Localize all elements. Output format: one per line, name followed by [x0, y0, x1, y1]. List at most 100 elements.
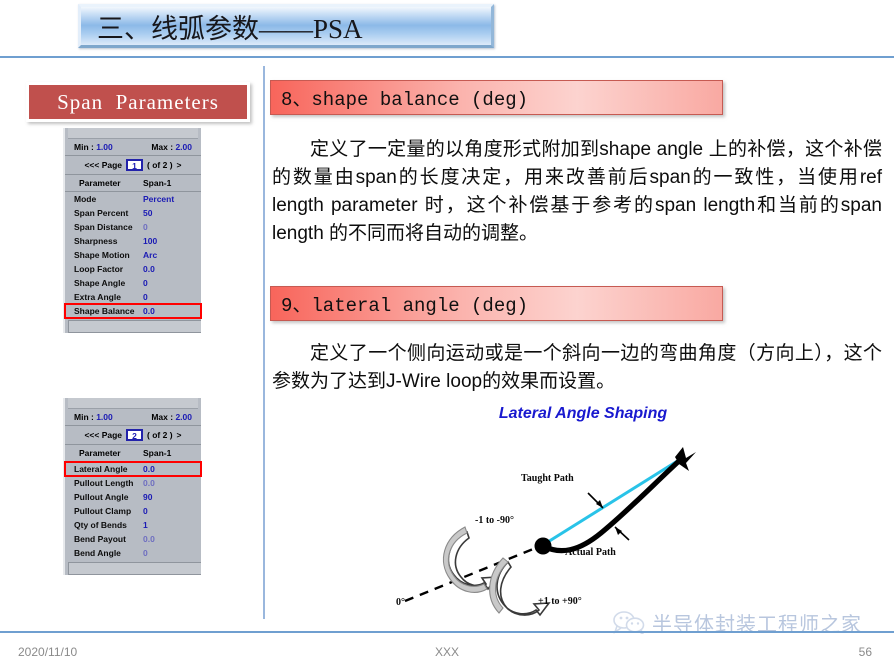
parameter-row[interactable]: Bend Payout 0.0	[65, 532, 201, 546]
section-8-body: 定义了一定量的以角度形式附加到shape angle 上的补偿，这个补偿的数量由…	[272, 139, 882, 244]
diagram-svg	[404, 447, 696, 617]
parameter-name: Extra Angle	[74, 292, 121, 302]
column-header-parameter: Parameter	[79, 448, 121, 458]
parameter-value[interactable]: 0	[143, 506, 148, 516]
parameter-name: Loop Factor	[74, 264, 124, 274]
parameter-row[interactable]: Span Distance 0	[65, 220, 201, 234]
parameter-name: Shape Balance	[74, 306, 135, 316]
capillary-tip-icon	[675, 447, 696, 471]
parameter-row[interactable]: Shape Balance 0.0	[64, 303, 202, 319]
rotation-arrow-positive	[496, 560, 551, 617]
parameter-value[interactable]: Arc	[143, 250, 157, 260]
parameter-row[interactable]: Extra Angle 0	[65, 290, 201, 304]
panel-column-headers: Parameter Span-1	[65, 445, 201, 462]
parameter-value[interactable]: 0.0	[143, 478, 155, 488]
parameter-value[interactable]: 1	[143, 520, 148, 530]
parameter-name: Pullout Clamp	[74, 506, 132, 516]
diagram-label-positive-range: +1 to +90°	[538, 596, 582, 607]
parameter-value[interactable]: Percent	[143, 194, 174, 204]
parameter-row[interactable]: Lateral Angle 0.0	[64, 461, 202, 477]
parameter-panel-1: Min : 1.00 Max : 2.00 <<< Page 1( of 2 ) > Pa…	[63, 128, 202, 333]
slide-title-banner: 三、线弧参数——PSA	[78, 4, 494, 48]
parameter-name: Lateral Angle	[74, 464, 128, 474]
section-9-heading-box: 9、lateral angle (deg)	[270, 286, 723, 321]
page-title: 三、线弧参数——PSA	[97, 13, 363, 44]
parameter-row[interactable]: Sharpness 100	[65, 234, 201, 248]
panel-pager[interactable]: <<< Page 2( of 2 ) >	[65, 426, 201, 445]
parameter-value[interactable]: 0.0	[143, 534, 155, 544]
footer-center-text: XXX	[434, 645, 459, 659]
column-divider	[263, 66, 265, 619]
prev-page-button[interactable]: <<< Page	[84, 430, 122, 440]
page-count-label: ( of 2 )	[147, 430, 173, 440]
panel-bottom-strip	[68, 562, 201, 575]
parameter-row[interactable]: Qty of Bends 1	[65, 518, 201, 532]
parameter-value[interactable]: 0	[143, 278, 148, 288]
parameter-name: Sharpness	[74, 236, 118, 246]
footer-divider-rule	[0, 631, 894, 633]
column-header-parameter: Parameter	[79, 178, 121, 188]
section-9-heading: 9、lateral angle (deg)	[281, 295, 529, 317]
panel-pager[interactable]: <<< Page 1( of 2 ) >	[65, 156, 201, 175]
panel-top-strip	[68, 398, 198, 409]
span-parameters-label-box: Span Parameters	[26, 82, 250, 122]
parameter-row[interactable]: Span Percent 50	[65, 206, 201, 220]
parameter-row[interactable]: Mode Percent	[65, 192, 201, 206]
parameter-value[interactable]: 50	[143, 208, 152, 218]
parameter-name: Pullout Length	[74, 478, 134, 488]
parameter-value[interactable]: 0	[143, 292, 148, 302]
diagram-title: Lateral Angle Shaping	[498, 405, 668, 422]
parameter-panel-2: Min : 1.00 Max : 2.00 <<< Page 2( of 2 ) > Pa…	[63, 398, 202, 575]
footer-page-number: 56	[858, 645, 872, 659]
parameter-row[interactable]: Shape Motion Arc	[65, 248, 201, 262]
actual-path-arrowhead	[615, 527, 622, 535]
column-header-span: Span-1	[143, 178, 172, 188]
parameter-row[interactable]: Loop Factor 0.0	[65, 262, 201, 276]
parameter-name: Mode	[74, 194, 97, 204]
prev-page-button[interactable]: <<< Page	[84, 160, 122, 170]
diagram-label-actual-path: Actual Path	[565, 547, 616, 558]
parameter-name: Span Percent	[74, 208, 129, 218]
page-count-label: ( of 2 )	[147, 160, 173, 170]
parameter-value[interactable]: 0.0	[143, 264, 155, 274]
parameter-name: Shape Motion	[74, 250, 130, 260]
parameter-value[interactable]: 0.0	[143, 306, 155, 316]
parameter-value[interactable]: 0	[143, 222, 148, 232]
max-label: Max : 2.00	[151, 412, 192, 422]
panel-min-max-row: Min : 1.00 Max : 2.00	[65, 409, 201, 426]
parameter-row[interactable]: Shape Angle 0	[65, 276, 201, 290]
section-8-heading-box: 8、shape balance (deg)	[270, 80, 723, 115]
parameter-name: Bend Angle	[74, 548, 121, 558]
span-parameters-label: Span Parameters	[57, 89, 219, 114]
section-8-heading: 8、shape balance (deg)	[281, 89, 529, 111]
next-page-button[interactable]: >	[177, 430, 182, 440]
min-label: Min : 1.00	[74, 412, 113, 422]
parameter-name: Pullout Angle	[74, 492, 129, 502]
panel-column-headers: Parameter Span-1	[65, 175, 201, 192]
parameter-name: Bend Payout	[74, 534, 126, 544]
panel-min-max-row: Min : 1.00 Max : 2.00	[65, 139, 201, 156]
bond-ball	[534, 537, 552, 555]
panel-bottom-strip	[68, 320, 201, 333]
diagram-label-taught-path: Taught Path	[521, 473, 574, 484]
diagram-label-negative-range: -1 to -90°	[475, 515, 514, 526]
page-number-input[interactable]: 2	[126, 429, 144, 441]
parameter-row[interactable]: Pullout Length 0.0	[65, 476, 201, 490]
page-number-input[interactable]: 1	[126, 159, 144, 171]
parameter-value[interactable]: 0	[143, 548, 148, 558]
section-9-body: 定义了一个侧向运动或是一个斜向一边的弯曲角度（方向上），这个参数为了达到J-Wi…	[272, 343, 882, 392]
parameter-value[interactable]: 0.0	[143, 464, 155, 474]
title-divider-rule	[0, 56, 894, 58]
max-label: Max : 2.00	[151, 142, 192, 152]
lateral-angle-shaping-diagram: Lateral Angle Shaping Taught Path Actual…	[383, 405, 783, 617]
parameter-value[interactable]: 90	[143, 492, 152, 502]
min-label: Min : 1.00	[74, 142, 113, 152]
parameter-name: Qty of Bends	[74, 520, 127, 530]
parameter-row[interactable]: Bend Angle 0	[65, 546, 201, 560]
parameter-row[interactable]: Pullout Clamp 0	[65, 504, 201, 518]
column-header-span: Span-1	[143, 448, 172, 458]
next-page-button[interactable]: >	[177, 160, 182, 170]
diagram-label-zero: 0°	[396, 597, 405, 608]
parameter-value[interactable]: 100	[143, 236, 157, 246]
parameter-row[interactable]: Pullout Angle 90	[65, 490, 201, 504]
